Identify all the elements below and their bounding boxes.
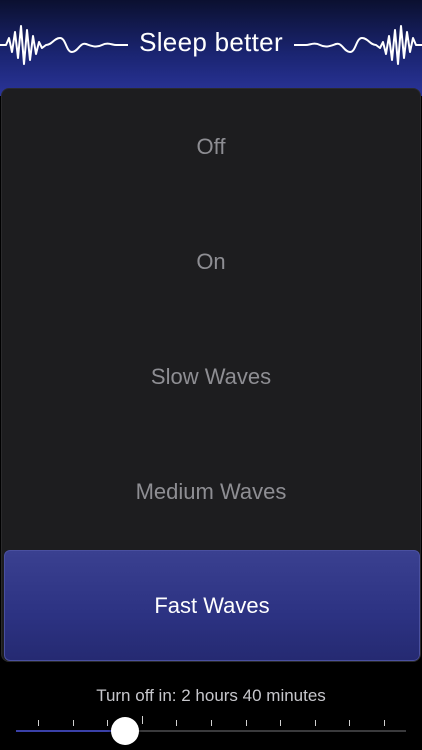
option-label: Off [196, 133, 226, 159]
mode-picker: Off On Slow Waves Medium Waves Fast Wave… [1, 88, 421, 662]
slider-track-fill [16, 730, 126, 732]
slider-tick [38, 720, 39, 726]
slider-tick [384, 720, 385, 726]
slider-tick [211, 720, 212, 726]
slider-tick [245, 720, 247, 726]
slider-tick [72, 720, 74, 726]
slider-tick [176, 720, 178, 726]
header-bar: Sleep better [0, 0, 422, 96]
sound-wave-icon [294, 25, 422, 65]
timer-label: Turn off in: 2 hours 40 minutes [96, 686, 326, 705]
option-on[interactable]: On [2, 204, 420, 319]
slider-thumb[interactable] [111, 717, 140, 745]
option-slow-waves[interactable]: Slow Waves [2, 319, 420, 434]
option-off[interactable]: Off [2, 89, 420, 204]
option-medium-waves[interactable]: Medium Waves [2, 434, 420, 549]
slider-tick [141, 716, 143, 724]
slider-tick [280, 720, 282, 726]
timer-slider[interactable] [16, 716, 406, 746]
slider-tick [314, 720, 316, 726]
timer-section: Turn off in: 2 hours 40 minutes [0, 662, 422, 750]
slider-tick [349, 720, 351, 726]
option-label: Slow Waves [150, 363, 272, 389]
option-label: On [196, 248, 226, 274]
option-label: Medium Waves [135, 478, 287, 504]
option-fast-waves[interactable]: Fast Waves [4, 550, 420, 661]
option-label: Fast Waves [154, 592, 270, 618]
slider-tick [107, 720, 109, 726]
